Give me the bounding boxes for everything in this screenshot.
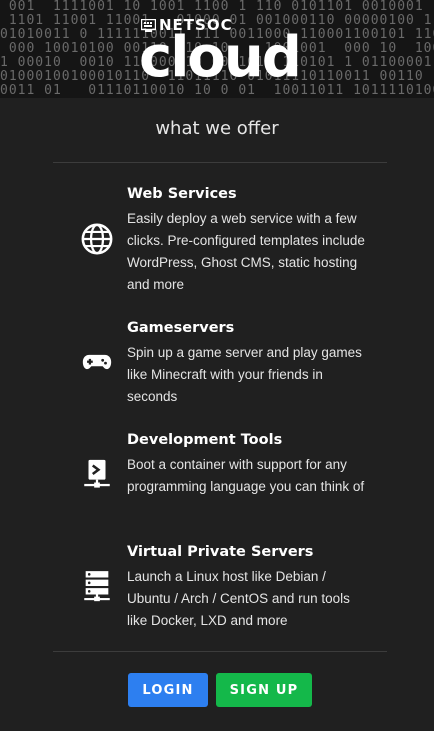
login-button[interactable]: LOGIN xyxy=(128,673,208,707)
bottom-divider xyxy=(53,651,387,652)
server-icon xyxy=(84,571,110,602)
section-title: what we offer xyxy=(155,118,279,139)
feature-description: Spin up a game server and play games lik… xyxy=(127,345,362,404)
header-banner: 001 1111001 10 1001 1100 1 110 0101101 0… xyxy=(0,0,434,98)
feature-title: Gameservers xyxy=(127,320,235,336)
netsoc-cloud-logo[interactable]: NETSOC cloud xyxy=(139,14,311,94)
feature-title: Development Tools xyxy=(127,432,283,448)
feature-description: Launch a Linux host like Debian / Ubuntu… xyxy=(127,569,350,628)
feature-title: Web Services xyxy=(127,186,237,202)
landing-page: 1 11000001110100011011 10100101100000010… xyxy=(0,0,434,731)
feature-description: Boot a container with support for any pr… xyxy=(127,457,365,494)
product-name: cloud xyxy=(139,25,302,90)
top-divider xyxy=(53,162,387,163)
gamepad-icon xyxy=(82,354,112,370)
terminal-icon xyxy=(84,459,110,488)
signup-button[interactable]: SIGN UP xyxy=(216,673,312,707)
feature-title: Virtual Private Servers xyxy=(127,544,314,560)
globe-icon xyxy=(81,223,113,255)
feature-description: Easily deploy a web service with a few c… xyxy=(127,211,365,292)
